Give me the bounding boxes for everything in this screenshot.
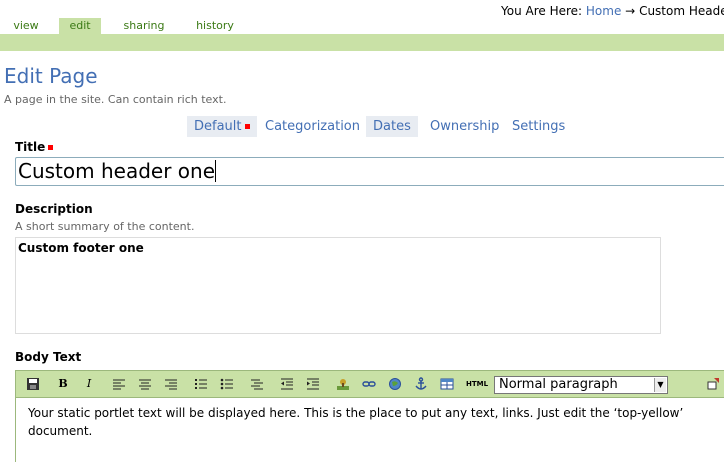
description-textarea[interactable]: Custom footer one bbox=[15, 237, 661, 334]
text-cursor bbox=[215, 160, 217, 182]
title-label: Title bbox=[15, 140, 54, 154]
form-tab-categorization[interactable]: Categorization bbox=[258, 116, 367, 137]
edit-bar bbox=[0, 34, 724, 51]
definition-list-icon[interactable] bbox=[250, 377, 264, 391]
page-title: Edit Page bbox=[4, 64, 98, 88]
form-tab-settings[interactable]: Settings bbox=[505, 116, 572, 137]
paragraph-format-value: Normal paragraph bbox=[499, 377, 618, 392]
anchor-icon[interactable] bbox=[414, 377, 428, 391]
table-icon[interactable] bbox=[440, 377, 454, 391]
tab-view[interactable]: view bbox=[0, 18, 52, 34]
content-tabs: view edit sharing history bbox=[0, 18, 724, 34]
description-help: A short summary of the content. bbox=[15, 220, 195, 233]
editor-toolbar: B I HTML Normal paragraph ▼ bbox=[15, 370, 724, 398]
form-tab-default[interactable]: Default bbox=[187, 116, 257, 137]
fullscreen-icon[interactable] bbox=[706, 377, 720, 391]
bold-icon[interactable]: B bbox=[56, 377, 70, 391]
title-input-value: Custom header one bbox=[18, 159, 216, 183]
external-link-icon[interactable] bbox=[388, 377, 402, 391]
html-icon[interactable]: HTML bbox=[464, 377, 490, 391]
align-right-icon[interactable] bbox=[164, 377, 178, 391]
body-text-label: Body Text bbox=[15, 350, 82, 364]
required-icon bbox=[48, 145, 54, 150]
paragraph-format-select[interactable]: Normal paragraph ▼ bbox=[494, 376, 668, 394]
description-label: Description bbox=[15, 202, 93, 216]
form-tab-default-label: Default bbox=[194, 119, 242, 134]
title-label-text: Title bbox=[15, 140, 46, 154]
form-tab-ownership[interactable]: Ownership bbox=[423, 116, 506, 137]
link-icon[interactable] bbox=[362, 377, 376, 391]
image-icon[interactable] bbox=[336, 377, 350, 391]
unordered-list-icon[interactable] bbox=[220, 377, 234, 391]
breadcrumb-current: Custom Heade bbox=[639, 4, 724, 18]
indent-icon[interactable] bbox=[306, 377, 320, 391]
title-input[interactable]: Custom header one bbox=[15, 157, 724, 186]
chevron-down-icon: ▼ bbox=[654, 378, 666, 392]
align-center-icon[interactable] bbox=[138, 377, 152, 391]
tab-edit[interactable]: edit bbox=[59, 18, 101, 34]
body-text-editor[interactable]: Your static portlet text will be display… bbox=[15, 398, 724, 462]
breadcrumb: You Are Here: Home → Custom Heade bbox=[501, 4, 724, 18]
description-value: Custom footer one bbox=[18, 241, 144, 255]
align-left-icon[interactable] bbox=[112, 377, 126, 391]
save-icon[interactable] bbox=[26, 377, 40, 391]
outdent-icon[interactable] bbox=[280, 377, 294, 391]
page-description: A page in the site. Can contain rich tex… bbox=[4, 93, 227, 106]
tab-history[interactable]: history bbox=[188, 18, 242, 34]
tab-sharing[interactable]: sharing bbox=[116, 18, 172, 34]
required-icon bbox=[244, 124, 250, 129]
breadcrumb-prefix: You Are Here: bbox=[501, 4, 583, 18]
body-text-content: Your static portlet text will be display… bbox=[28, 406, 684, 438]
form-tab-dates[interactable]: Dates bbox=[366, 116, 418, 137]
italic-icon[interactable]: I bbox=[82, 377, 96, 391]
breadcrumb-home-link[interactable]: Home bbox=[586, 4, 621, 18]
ordered-list-icon[interactable] bbox=[194, 377, 208, 391]
breadcrumb-arrow: → bbox=[625, 4, 636, 18]
